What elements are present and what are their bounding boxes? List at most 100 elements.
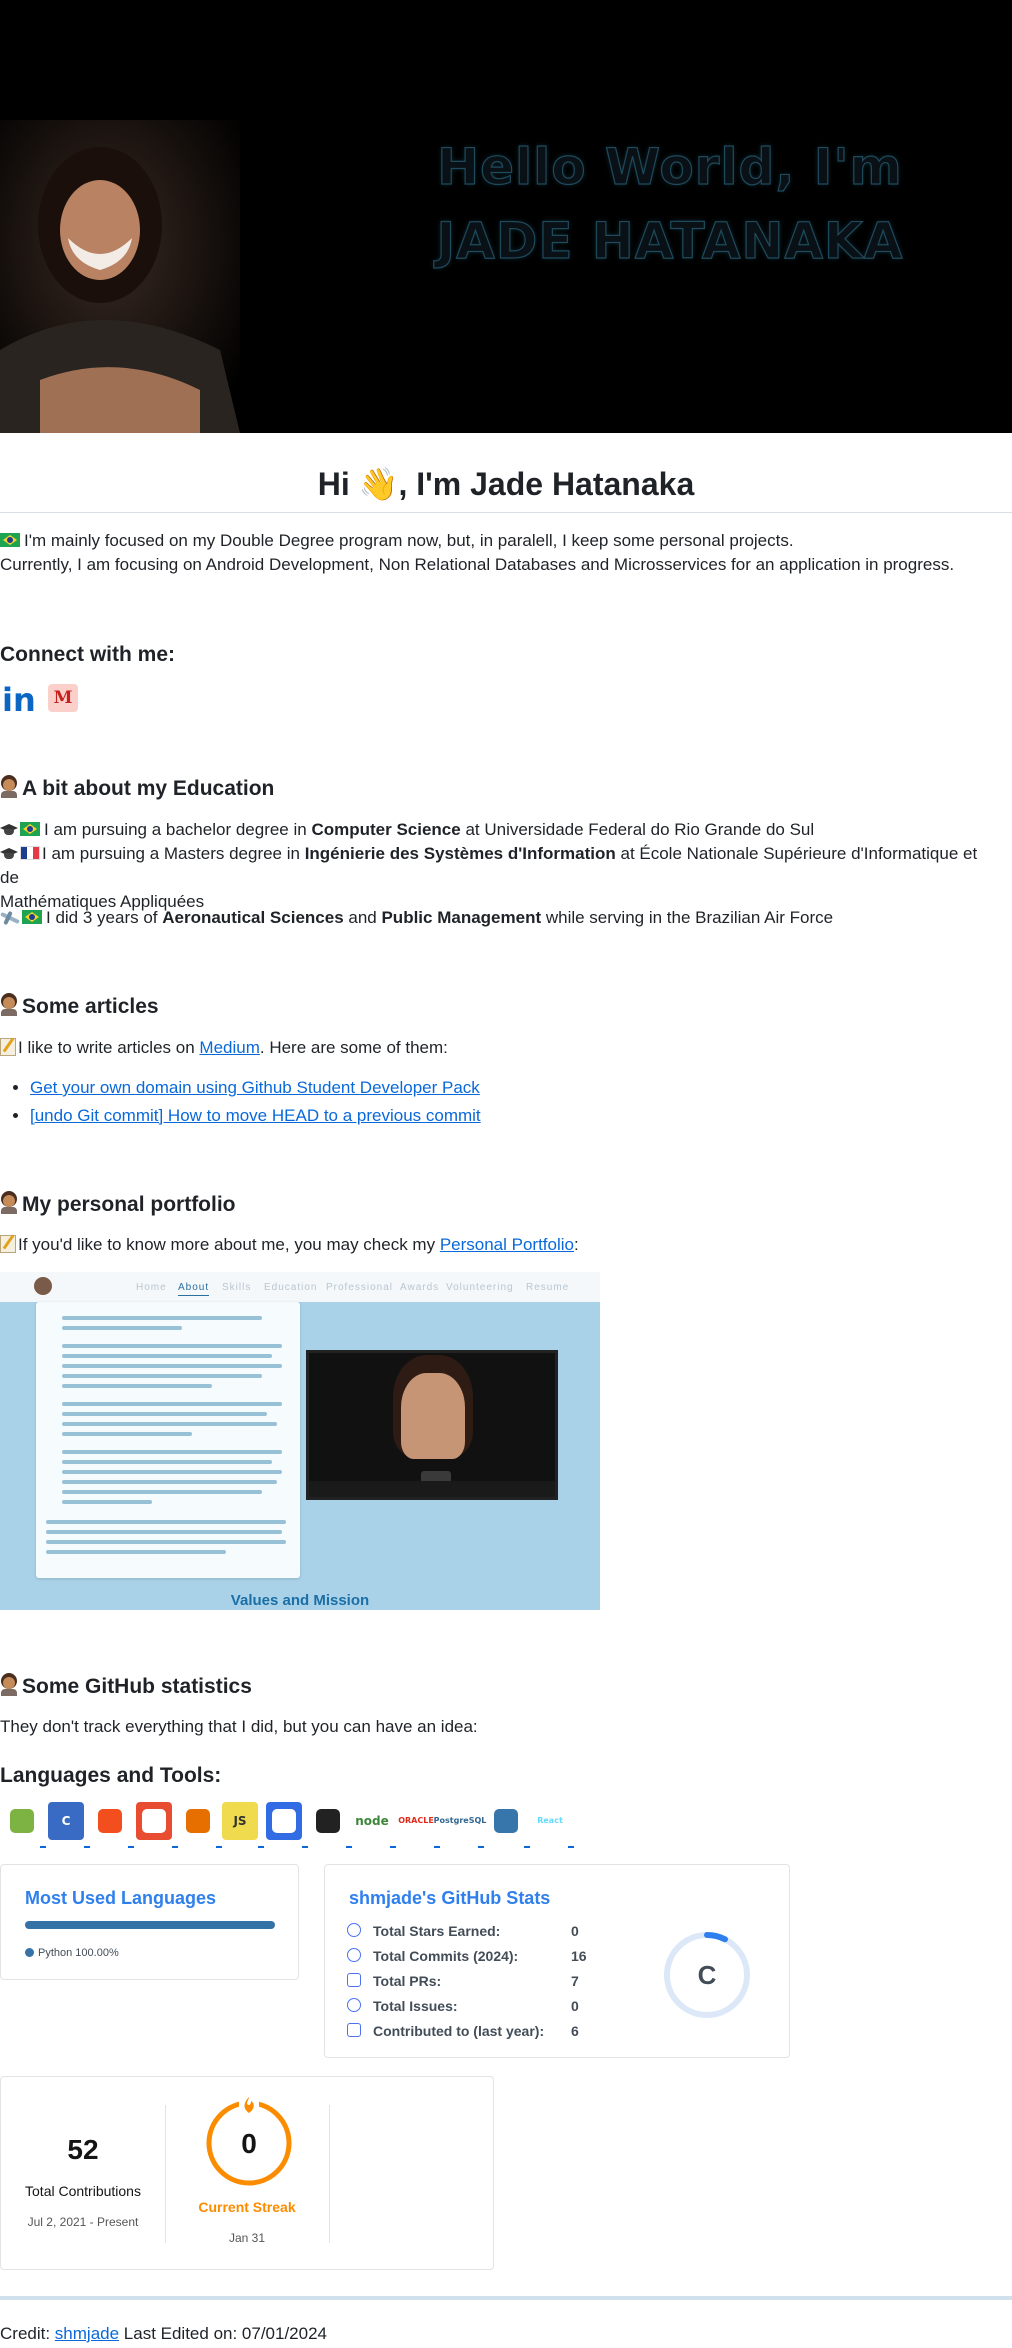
- video-thumbnail: [401, 1373, 465, 1459]
- oracle-icon[interactable]: ORACLE: [398, 1802, 434, 1840]
- video-controls[interactable]: [309, 1481, 555, 1497]
- link-underline: [216, 1846, 222, 1848]
- linkedin-icon[interactable]: in: [2, 683, 36, 717]
- link-underline: [568, 1846, 574, 1848]
- pull-request-icon: [347, 1973, 361, 1987]
- gmail-icon[interactable]: M: [48, 684, 78, 712]
- stat-row: Total Stars Earned:: [347, 1921, 500, 1942]
- current-streak-value: 0: [241, 2128, 257, 2159]
- portfolio-caption: Values and Mission: [230, 1592, 370, 1609]
- memo-icon: [0, 1235, 16, 1253]
- language-legend: Python 100.00%: [25, 1945, 119, 1962]
- credit-link[interactable]: shmjade: [55, 2324, 119, 2343]
- article-link[interactable]: Get your own domain using Github Student…: [30, 1078, 480, 1097]
- header-banner: Hello World, I'm JADE HATANAKA: [0, 0, 1012, 433]
- rank-progress: [704, 1932, 728, 1943]
- legend-dot: [25, 1948, 34, 1957]
- issue-icon: [347, 1998, 361, 2012]
- education-bachelor: I am pursuing a bachelor degree in Compu…: [0, 818, 814, 842]
- footer: Credit: shmjade Last Edited on: 07/01/20…: [0, 2324, 328, 2343]
- portfolio-intro: If you'd like to know more about me, you…: [0, 1233, 579, 1257]
- brazil-flag-icon: [20, 822, 40, 836]
- portfolio-text-card: [36, 1302, 300, 1578]
- link-underline: [346, 1846, 352, 1848]
- stat-label: Total Stars Earned:: [373, 1923, 501, 1939]
- github-stats-card: shmjade's GitHub Stats Total Stars Earne…: [324, 1864, 790, 2058]
- woman-technologist-icon: [0, 1194, 18, 1214]
- streak-card: 52 Total Contributions Jul 2, 2021 - Pre…: [0, 2076, 494, 2270]
- airplane-icon: [0, 910, 20, 926]
- banner-name: JADE HATANAKA: [436, 211, 904, 270]
- most-used-languages-card: Most Used Languages Python 100.00%: [0, 1864, 299, 1980]
- linux-icon[interactable]: [310, 1802, 346, 1840]
- graduation-cap-icon: [0, 823, 18, 837]
- figma-icon[interactable]: [92, 1802, 128, 1840]
- nav-item: Volunteering: [446, 1282, 514, 1293]
- kubernetes-icon[interactable]: [266, 1802, 302, 1840]
- link-underline: [524, 1846, 530, 1848]
- nav-item: Skills: [222, 1282, 252, 1293]
- language-bar-fill: [25, 1921, 275, 1929]
- history-icon: [347, 1948, 361, 1962]
- brazil-flag-icon: [22, 910, 42, 924]
- repo-icon: [347, 2023, 361, 2037]
- profile-photo: [0, 120, 240, 433]
- c-icon[interactable]: C: [48, 1802, 84, 1840]
- stat-row: Total Commits (2024):: [347, 1946, 518, 1967]
- medium-link[interactable]: Medium: [199, 1038, 259, 1057]
- waving-hand-icon: 👋: [358, 466, 399, 502]
- stat-label: Contributed to (last year):: [373, 2023, 545, 2039]
- link-underline: [258, 1846, 264, 1848]
- python-icon[interactable]: [488, 1802, 524, 1840]
- brazil-flag-icon: [0, 533, 20, 547]
- stat-value: 0: [571, 1998, 579, 2014]
- total-contributions-value: 52: [67, 2134, 99, 2165]
- avatar: [34, 1277, 52, 1295]
- react-icon[interactable]: React: [532, 1802, 568, 1840]
- nodejs-icon[interactable]: node: [354, 1802, 390, 1840]
- rank-letter: C: [698, 1960, 717, 1990]
- link-underline: [40, 1846, 46, 1848]
- java-icon[interactable]: [180, 1802, 216, 1840]
- total-contributions-label: Total Contributions: [25, 2183, 141, 2199]
- link-underline: [434, 1846, 440, 1848]
- divider: [329, 2105, 330, 2243]
- video-player[interactable]: [306, 1350, 558, 1500]
- javascript-icon[interactable]: JS: [222, 1802, 258, 1840]
- card-title: shmjade's GitHub Stats: [349, 1888, 551, 1908]
- portfolio-link[interactable]: Personal Portfolio: [440, 1235, 574, 1254]
- banner-greeting: Hello World, I'm: [437, 137, 903, 196]
- github-heading: Some GitHub statistics: [0, 1672, 252, 1702]
- education-airforce: I did 3 years of Aeronautical Sciences a…: [0, 906, 833, 930]
- footer-divider: [0, 2296, 1012, 2300]
- article-link[interactable]: [undo Git commit] How to move HEAD to a …: [30, 1106, 481, 1125]
- android-icon[interactable]: [4, 1802, 40, 1840]
- nav-item: About: [178, 1280, 210, 1296]
- portfolio-heading: My personal portfolio: [0, 1190, 236, 1220]
- stat-value: 6: [571, 2023, 579, 2039]
- link-underline: [84, 1846, 90, 1848]
- link-underline: [172, 1846, 178, 1848]
- current-streak-date: Jan 31: [228, 2231, 266, 2245]
- portfolio-screenshot[interactable]: Home About Skills Education Professional…: [0, 1272, 600, 1610]
- postgresql-icon[interactable]: PostgreSQL: [434, 1802, 486, 1840]
- france-flag-icon: [20, 846, 40, 860]
- link-underline: [128, 1846, 134, 1848]
- stat-row: Total PRs:: [347, 1971, 441, 1992]
- total-contributions-range: Jul 2, 2021 - Present: [27, 2215, 139, 2229]
- stat-value: 7: [571, 1973, 579, 1989]
- portfolio-nav: Home About Skills Education Professional…: [0, 1272, 600, 1302]
- woman-technologist-icon: [0, 778, 18, 798]
- rank-circle: C: [664, 1932, 750, 2018]
- git-icon[interactable]: [136, 1802, 172, 1840]
- page-title: Hi 👋, I'm Jade Hatanaka: [0, 460, 1012, 508]
- connect-heading: Connect with me:: [0, 643, 176, 666]
- stat-row: Contributed to (last year):: [347, 2021, 544, 2042]
- link-underline: [302, 1846, 308, 1848]
- articles-intro: I like to write articles on Medium. Here…: [0, 1036, 448, 1060]
- nav-item: Home: [136, 1282, 167, 1293]
- nav-item: Resume: [526, 1282, 570, 1293]
- articles-heading: Some articles: [0, 992, 159, 1022]
- link-underline: [478, 1846, 484, 1848]
- articles-list: Get your own domain using Github Student…: [30, 1074, 481, 1130]
